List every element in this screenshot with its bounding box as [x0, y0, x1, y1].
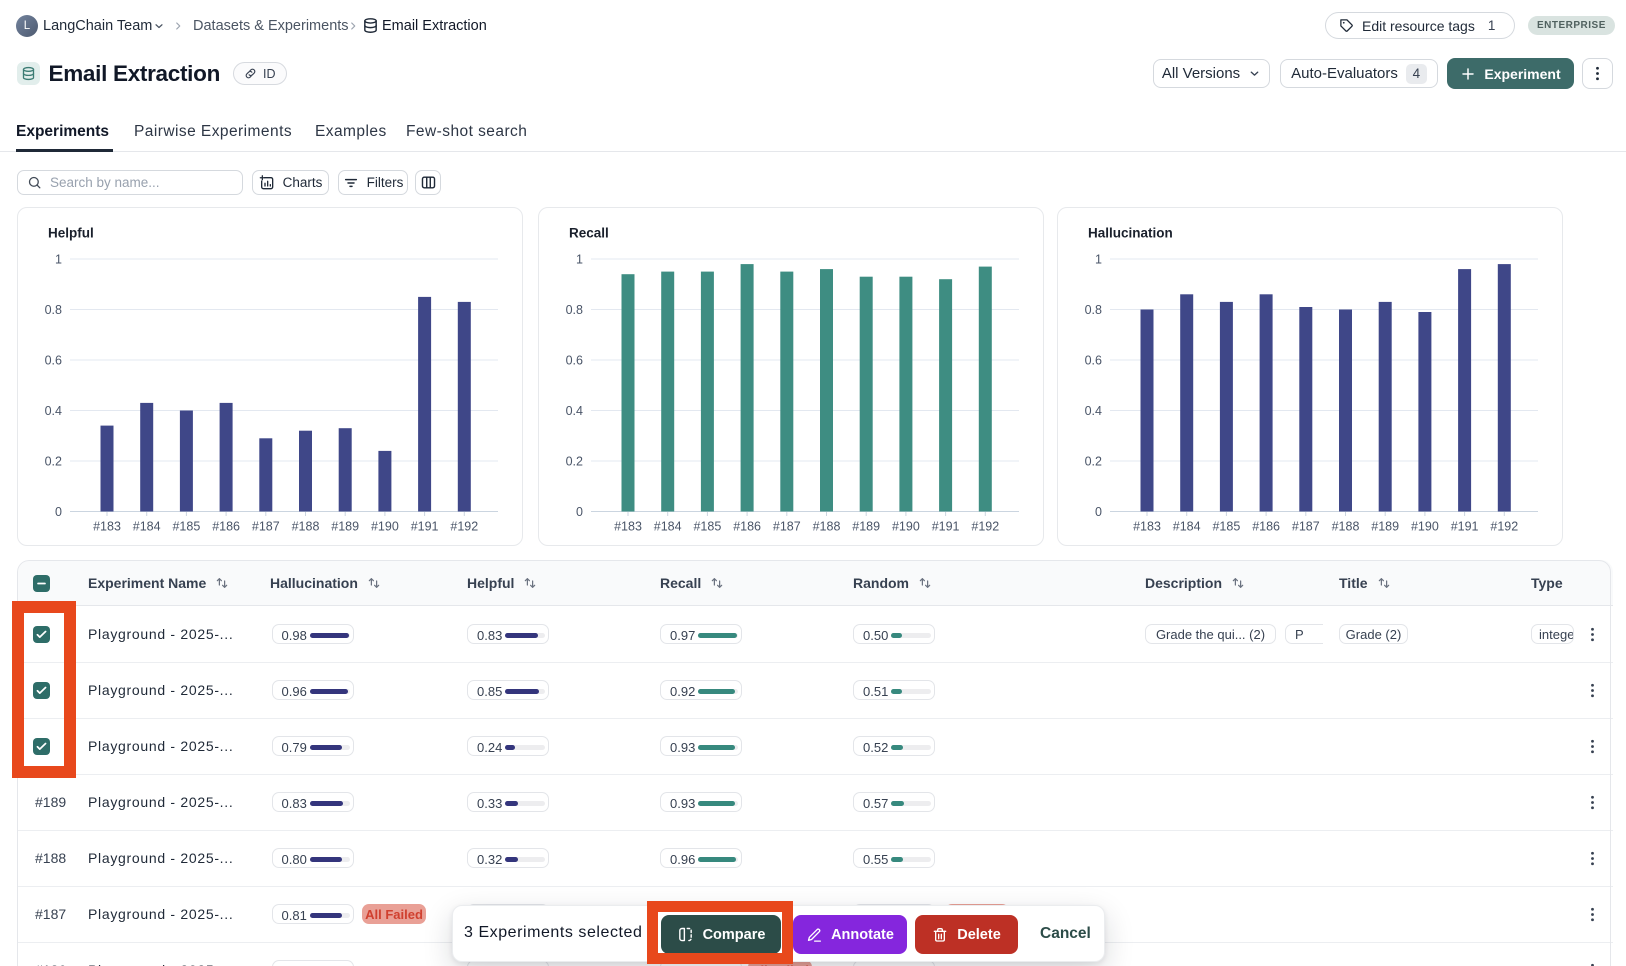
svg-text:0.8: 0.8 — [1085, 303, 1102, 317]
svg-text:0.4: 0.4 — [45, 404, 62, 418]
svg-text:#190: #190 — [892, 520, 920, 534]
svg-text:#184: #184 — [133, 520, 161, 534]
svg-text:#189: #189 — [1371, 520, 1399, 534]
svg-text:Helpful: Helpful — [48, 226, 94, 241]
svg-text:Hallucination: Hallucination — [1088, 226, 1173, 241]
svg-text:#185: #185 — [693, 520, 721, 534]
svg-text:#186: #186 — [212, 520, 240, 534]
svg-text:0.2: 0.2 — [45, 455, 62, 469]
svg-text:#183: #183 — [614, 520, 642, 534]
svg-text:#188: #188 — [1332, 520, 1360, 534]
svg-text:#186: #186 — [1252, 520, 1280, 534]
svg-text:0.4: 0.4 — [1085, 404, 1102, 418]
svg-text:#184: #184 — [1173, 520, 1201, 534]
svg-text:#188: #188 — [813, 520, 841, 534]
svg-text:#191: #191 — [1451, 520, 1479, 534]
svg-text:1: 1 — [1095, 253, 1102, 267]
svg-text:#192: #192 — [1490, 520, 1518, 534]
svg-text:#191: #191 — [411, 520, 439, 534]
svg-text:#189: #189 — [331, 520, 359, 534]
svg-text:#191: #191 — [932, 520, 960, 534]
svg-text:1: 1 — [576, 253, 583, 267]
svg-text:#187: #187 — [252, 520, 280, 534]
svg-text:#183: #183 — [93, 520, 121, 534]
svg-text:0.2: 0.2 — [1085, 455, 1102, 469]
svg-text:#189: #189 — [852, 520, 880, 534]
svg-text:#192: #192 — [450, 520, 478, 534]
svg-text:#187: #187 — [773, 520, 801, 534]
svg-text:0: 0 — [576, 505, 583, 519]
svg-text:0: 0 — [55, 505, 62, 519]
svg-text:#192: #192 — [971, 520, 999, 534]
svg-text:#190: #190 — [371, 520, 399, 534]
svg-text:0: 0 — [1095, 505, 1102, 519]
svg-text:Recall: Recall — [569, 226, 609, 241]
svg-text:1: 1 — [55, 253, 62, 267]
svg-text:0.6: 0.6 — [566, 354, 583, 368]
svg-text:0.8: 0.8 — [45, 303, 62, 317]
svg-text:0.4: 0.4 — [566, 404, 583, 418]
svg-text:#187: #187 — [1292, 520, 1320, 534]
svg-text:#190: #190 — [1411, 520, 1439, 534]
svg-text:#185: #185 — [1212, 520, 1240, 534]
svg-text:#186: #186 — [733, 520, 761, 534]
svg-text:#184: #184 — [654, 520, 682, 534]
svg-text:#185: #185 — [172, 520, 200, 534]
svg-text:#188: #188 — [292, 520, 320, 534]
svg-text:0.6: 0.6 — [1085, 354, 1102, 368]
svg-text:0.2: 0.2 — [566, 455, 583, 469]
svg-text:#183: #183 — [1133, 520, 1161, 534]
svg-text:0.8: 0.8 — [566, 303, 583, 317]
svg-text:0.6: 0.6 — [45, 354, 62, 368]
